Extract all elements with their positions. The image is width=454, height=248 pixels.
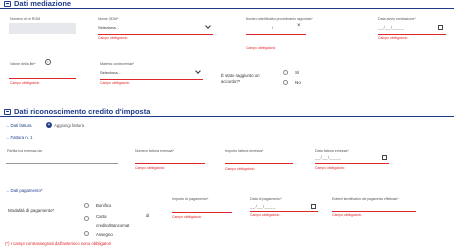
importo-fattura-error: Campo obbligatorio — [225, 167, 255, 171]
partita-iva-label: Partita iva emessa da: — [7, 149, 43, 153]
numero-rgm-input — [9, 23, 76, 34]
importo-fattura-input[interactable] — [225, 154, 293, 163]
data-pagamento-underline — [250, 211, 318, 212]
section-title: Dati riconoscimento credito d'imposta — [14, 107, 151, 116]
estremi-input[interactable] — [332, 202, 416, 211]
modalita-label: Modalità di pagamento* — [8, 208, 55, 213]
data-fattura-underline — [315, 163, 389, 164]
valore-lite-input[interactable] — [9, 67, 76, 77]
materia-underline — [100, 79, 203, 80]
bonifico-label: Bonifico — [96, 203, 112, 208]
materia-select[interactable]: Seleziona... — [100, 68, 203, 78]
dati-fattura-link[interactable]: → Dati fattura — [5, 123, 32, 128]
data-pagamento-label: Data di pagamento* — [250, 197, 282, 201]
estremi-error: Campo obbligatorio — [332, 213, 362, 217]
data-avvio-input[interactable]: __/__/____ — [378, 23, 446, 33]
fattura-link[interactable]: → Fattura n. 1 — [5, 135, 32, 140]
chevron-down-icon — [195, 68, 201, 74]
accordo-no-label: No — [295, 80, 301, 85]
importo-pagamento-input[interactable] — [172, 202, 232, 211]
importo-pagamento-error: Campo obbligatorio — [172, 215, 202, 219]
accordo-si-label: Sì — [295, 70, 300, 75]
data-fattura-error: Campo obbligatorio — [315, 166, 345, 170]
assegno-label: Assegno — [96, 232, 113, 237]
chevron-down-icon — [205, 23, 211, 29]
estremi-underline — [332, 211, 416, 212]
carta-label: Carta credito/Bancomat — [96, 214, 130, 228]
carta-radio[interactable] — [84, 216, 89, 221]
di-label: di — [146, 213, 150, 218]
importo-fattura-label: Importo fattura emessa* — [225, 149, 264, 153]
numero-identificativo-value: / — [272, 25, 274, 30]
calendar-icon[interactable] — [382, 155, 387, 160]
nome-odm-label: Nome ODM* — [98, 17, 119, 21]
info-icon[interactable]: i — [45, 59, 51, 65]
calendar-icon[interactable] — [311, 204, 316, 209]
importo-pagamento-underline — [172, 212, 232, 213]
assegno-radio[interactable] — [84, 231, 89, 236]
data-pagamento-error: Campo obbligatorio — [250, 213, 280, 217]
materia-value: Seleziona... — [100, 70, 121, 75]
section-credito-header: Dati riconoscimento credito d'imposta — [0, 107, 454, 117]
add-circle-icon[interactable]: + — [46, 122, 52, 128]
nome-odm-value: Seleziona... — [98, 25, 119, 30]
data-fattura-input[interactable]: __/__/____ — [315, 153, 389, 162]
accordo-no-radio[interactable] — [283, 80, 288, 85]
fattura-text: Fattura n. 1 — [10, 135, 33, 140]
document-icon — [4, 1, 11, 7]
valore-lite-error: Campo obbligatorio — [10, 81, 40, 85]
accordo-si-radio[interactable] — [283, 70, 288, 75]
data-avvio-label: Data avvio mediazione* — [378, 17, 416, 21]
partita-iva-underline — [6, 163, 118, 164]
data-pagamento-input[interactable]: __/__/____ — [250, 202, 318, 211]
numero-fattura-input[interactable] — [135, 154, 205, 163]
data-avvio-underline — [378, 34, 446, 35]
section-title: Dati mediazione — [14, 0, 72, 8]
data-fattura-placeholder: __/__/____ — [315, 155, 341, 160]
estremi-label: Estremi identificativo del pagamento eff… — [332, 197, 399, 201]
aggiungi-fattura-button[interactable]: Aggiungi fattura — [54, 123, 84, 128]
data-avvio-placeholder: __/__/____ — [378, 25, 404, 30]
calendar-icon[interactable] — [438, 25, 443, 30]
document-icon — [4, 109, 11, 115]
numero-identificativo-error: Campo obbligatorio — [246, 46, 276, 50]
dati-pagamento-link[interactable]: → Dati pagamento* — [5, 188, 43, 193]
section-dati-mediazione-header: Dati mediazione — [0, 0, 454, 9]
materia-label: Materia controversia* — [100, 62, 134, 66]
dati-pagamento-text: Dati pagamento* — [10, 188, 43, 193]
dati-fattura-text: Dati fattura — [10, 123, 32, 128]
partita-iva-input[interactable] — [6, 154, 118, 163]
nome-odm-error: Campo obbligatorio — [98, 36, 128, 40]
importo-pagamento-label: Importo di pagamento* — [172, 197, 209, 201]
materia-error: Campo obbligatorio — [100, 81, 130, 85]
numero-fattura-underline — [135, 163, 205, 164]
numero-identificativo-label: Numero identificativo procedimento rappo… — [246, 17, 313, 21]
mandatory-fields-note: (*) I campi contrassegnati dall'asterisc… — [5, 241, 112, 246]
nome-odm-select[interactable]: Seleziona... — [98, 23, 213, 33]
close-icon[interactable]: × — [297, 23, 301, 29]
valore-lite-underline — [9, 78, 76, 79]
bonifico-radio[interactable] — [84, 203, 89, 208]
numero-fattura-label: Numero fattura emessa* — [135, 149, 174, 153]
numero-identificativo-underline — [246, 34, 306, 35]
nome-odm-underline — [98, 34, 213, 35]
valore-lite-label: Valore della lite* — [10, 62, 36, 66]
numero-rgm-label: Numero di rir RGM — [10, 17, 41, 21]
data-avvio-error: Campo obbligatorio — [378, 36, 408, 40]
numero-fattura-error: Campo obbligatorio — [135, 166, 165, 170]
accordo-question: È stato raggiunto un accordo?* — [221, 73, 260, 84]
importo-fattura-underline — [225, 163, 293, 164]
data-pagamento-placeholder: __/__/____ — [250, 204, 276, 209]
